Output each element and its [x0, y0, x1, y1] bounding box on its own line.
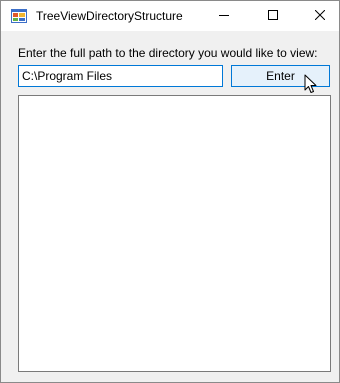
close-button[interactable]: [297, 1, 340, 31]
app-window: TreeViewDirectoryStructure Enter the ful…: [0, 0, 340, 383]
mouse-pointer-icon: [304, 74, 318, 95]
window-title: TreeViewDirectoryStructure: [36, 9, 183, 23]
maximize-icon: [268, 9, 278, 23]
close-icon: [314, 9, 326, 23]
title-bar[interactable]: TreeViewDirectoryStructure: [1, 1, 339, 31]
enter-button-label: Enter: [266, 69, 295, 83]
path-input[interactable]: [18, 65, 223, 87]
directory-tree-view[interactable]: [18, 95, 331, 372]
path-prompt-label: Enter the full path to the directory you…: [18, 46, 318, 60]
maximize-button[interactable]: [250, 1, 296, 31]
app-icon: [11, 9, 27, 23]
minimize-icon: [219, 9, 229, 23]
minimize-button[interactable]: [201, 1, 247, 31]
